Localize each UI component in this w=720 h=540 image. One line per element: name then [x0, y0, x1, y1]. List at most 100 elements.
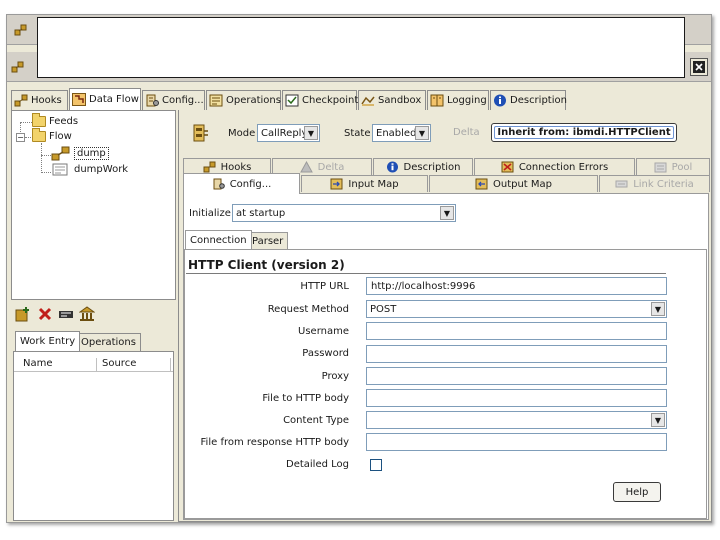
output-map-icon	[475, 178, 488, 190]
username-field[interactable]	[366, 322, 667, 340]
work-entry-icon	[52, 163, 68, 176]
tab-input-map-label: Input Map	[348, 178, 399, 190]
tab-connection[interactable]: Connection	[185, 230, 252, 249]
tab-pool-label: Pool	[671, 161, 693, 173]
tab-data-flow-label: Data Flow	[89, 94, 139, 105]
tab-connection-errors[interactable]: Connection Errors	[474, 158, 635, 175]
tab-link-criteria-label: Link Criteria	[633, 178, 694, 190]
tab-sandbox-label: Sandbox	[378, 95, 422, 106]
help-button-label: Help	[625, 486, 649, 498]
tab-description[interactable]: Description	[490, 90, 567, 110]
tab-operations[interactable]: Operations	[206, 90, 281, 110]
detailed-log-checkbox[interactable]	[370, 459, 382, 471]
tree-item-dump[interactable]: dump	[51, 145, 109, 162]
state-value: Enabled	[376, 127, 417, 139]
tab-config[interactable]: Config...	[142, 90, 205, 110]
connector-icon	[14, 24, 27, 36]
http-url-value: http://localhost:9996	[371, 280, 476, 292]
tab-connector-delta-label: Delta	[317, 161, 345, 173]
tab-hooks-label: Hooks	[31, 95, 62, 106]
tree-item-feeds-label: Feeds	[49, 116, 79, 127]
connector-icon	[11, 61, 24, 73]
content-type-label: Content Type	[283, 415, 349, 426]
tab-hooks[interactable]: Hooks	[11, 90, 68, 110]
tab-connection-label: Connection	[190, 234, 247, 246]
tree-item-dump-label: dump	[74, 147, 109, 160]
tab-parser[interactable]: Parser	[247, 232, 289, 249]
proxy-label: Proxy	[321, 371, 349, 382]
password-field[interactable]	[366, 345, 667, 363]
inherit-button-label: Inherit from: ibmdi.HTTPClient	[497, 127, 671, 138]
proxy-field[interactable]	[366, 367, 667, 385]
tab-work-entry[interactable]: Work Entry	[15, 331, 81, 351]
close-icon	[693, 61, 705, 73]
tree-item-feeds[interactable]: Feeds	[32, 113, 79, 127]
state-select[interactable]: Enabled ▼	[372, 124, 431, 142]
info-icon	[494, 94, 506, 107]
close-button[interactable]	[690, 58, 708, 76]
detailed-log-label: Detailed Log	[286, 459, 349, 470]
tree-item-dumpwork[interactable]: dumpWork	[51, 161, 128, 178]
username-label: Username	[298, 326, 349, 337]
request-method-select[interactable]: POST ▼	[366, 300, 667, 318]
file-to-http-body-label: File to HTTP body	[262, 393, 349, 404]
redaction-box	[37, 17, 685, 78]
folder-open-icon	[32, 128, 46, 142]
work-entry-table: Name Source	[13, 351, 174, 521]
tree-item-dumpwork-label: dumpWork	[74, 164, 129, 175]
add-component-icon[interactable]	[15, 306, 31, 322]
library-icon[interactable]	[79, 306, 95, 322]
input-map-icon	[330, 178, 343, 190]
delete-icon[interactable]	[37, 306, 53, 322]
link-criteria-icon	[615, 180, 628, 188]
pool-icon	[654, 162, 667, 173]
tab-description-label: Description	[510, 95, 567, 106]
tree-item-flow[interactable]: Flow	[32, 128, 72, 142]
info-icon	[386, 161, 398, 173]
http-url-field[interactable]: http://localhost:9996	[366, 277, 667, 295]
flow-collapse-toggle[interactable]: −	[16, 133, 25, 142]
state-label: State	[344, 128, 371, 139]
mode-select[interactable]: CallReply ▼	[257, 124, 320, 142]
tab-operations-label: Operations	[226, 95, 281, 106]
password-label: Password	[302, 348, 349, 359]
inherit-button[interactable]: Inherit from: ibmdi.HTTPClient	[491, 123, 677, 142]
delta-icon	[299, 161, 313, 173]
file-to-http-body-field[interactable]	[366, 389, 667, 407]
file-from-response-field[interactable]	[366, 433, 667, 451]
tab-left-operations[interactable]: Operations	[76, 333, 141, 351]
logging-icon	[430, 94, 444, 107]
help-button[interactable]: Help	[613, 482, 661, 502]
column-header-source[interactable]: Source	[102, 358, 136, 369]
tab-sandbox[interactable]: Sandbox	[358, 90, 426, 110]
hooks-icon	[203, 161, 216, 173]
rename-icon[interactable]	[58, 306, 74, 322]
initialize-value: at startup	[236, 207, 286, 219]
tab-link-criteria[interactable]: Link Criteria	[599, 175, 710, 192]
config-icon	[146, 94, 159, 107]
tab-checkpoint[interactable]: Checkpoint	[282, 90, 358, 110]
chevron-down-icon: ▼	[440, 206, 454, 220]
tab-input-map[interactable]: Input Map	[301, 175, 428, 192]
request-method-label: Request Method	[267, 304, 349, 315]
tab-connector-description[interactable]: Description	[373, 158, 473, 175]
tab-connector-hooks-label: Hooks	[220, 161, 252, 173]
tab-logging[interactable]: Logging	[427, 90, 489, 110]
column-header-name[interactable]: Name	[23, 358, 53, 369]
delta-label: Delta	[453, 127, 480, 138]
tab-connector-config[interactable]: Config...	[183, 173, 300, 194]
data-flow-icon	[72, 93, 86, 106]
tab-data-flow[interactable]: Data Flow	[69, 88, 141, 110]
tab-output-map-label: Output Map	[492, 178, 553, 190]
tab-pool[interactable]: Pool	[636, 158, 710, 175]
chevron-down-icon: ▼	[415, 126, 429, 140]
chevron-down-icon: ▼	[651, 413, 665, 427]
connection-errors-icon	[501, 161, 514, 173]
section-divider	[186, 273, 666, 274]
hooks-icon	[14, 94, 28, 107]
tab-output-map[interactable]: Output Map	[429, 175, 598, 192]
initialize-select[interactable]: at startup ▼	[232, 204, 456, 222]
content-type-select[interactable]: ▼	[366, 411, 667, 429]
tab-left-operations-label: Operations	[81, 337, 136, 348]
mode-label: Mode	[228, 128, 256, 139]
